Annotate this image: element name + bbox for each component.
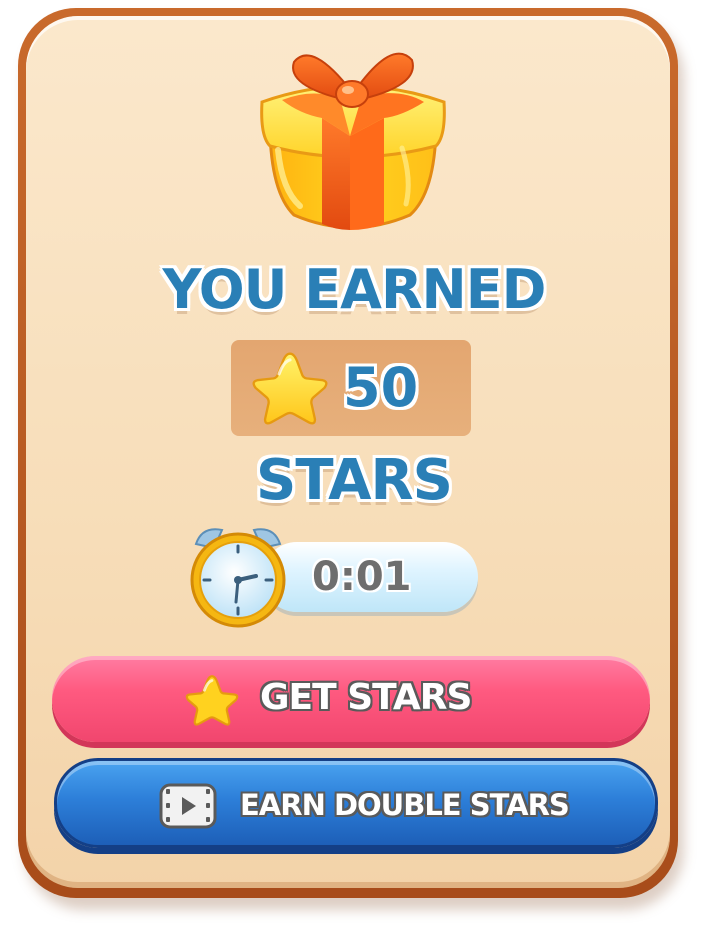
- reward-amount-box: 50: [231, 340, 471, 436]
- you-earned-heading: YOU EARNED: [162, 258, 547, 321]
- reward-amount: 50: [343, 356, 419, 419]
- get-stars-label: GET STARS: [260, 677, 472, 718]
- timer-value: 0:01: [312, 554, 412, 600]
- star-icon: [185, 675, 239, 726]
- get-stars-button[interactable]: GET STARS: [52, 656, 650, 742]
- alarm-clock-icon: [190, 528, 286, 628]
- stars-heading: STARS: [256, 448, 453, 513]
- video-play-icon: [159, 783, 217, 829]
- gift-box-icon: [260, 52, 446, 230]
- earn-double-stars-button[interactable]: EARN DOUBLE STARS: [54, 758, 658, 848]
- star-icon: [252, 352, 328, 425]
- earn-double-stars-label: EARN DOUBLE STARS: [240, 788, 570, 822]
